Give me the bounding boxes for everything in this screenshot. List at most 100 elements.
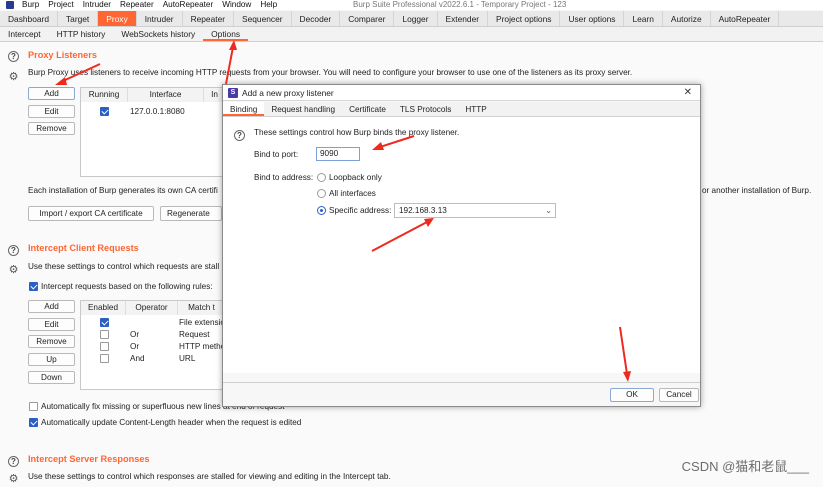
remove-rule-button[interactable]: Remove [28, 335, 75, 348]
edit-rule-button[interactable]: Edit [28, 318, 75, 331]
all-interfaces-radio[interactable] [317, 189, 326, 198]
rule-enabled-checkbox[interactable] [100, 330, 109, 339]
menu-intruder[interactable]: Intruder [83, 0, 111, 10]
menu-burp[interactable]: Burp [22, 0, 39, 10]
regenerate-ca-button[interactable]: Regenerate CA [160, 206, 222, 221]
menu-help[interactable]: Help [260, 0, 277, 10]
add-proxy-listener-dialog: S Add a new proxy listener ✕ Binding Req… [222, 84, 701, 407]
tab-logger[interactable]: Logger [394, 11, 438, 26]
tab-options[interactable]: Options [203, 27, 249, 41]
remove-listener-button[interactable]: Remove [28, 122, 75, 135]
menu-repeater[interactable]: Repeater [120, 0, 154, 10]
fix-newlines-checkbox[interactable] [29, 402, 38, 411]
cancel-button[interactable]: Cancel [659, 388, 699, 402]
ok-button[interactable]: OK [610, 388, 654, 402]
intercept-server-description: Use these settings to control which resp… [28, 472, 391, 481]
help-icon[interactable]: ? [8, 51, 19, 62]
binding-help-text: These settings control how Burp binds th… [254, 128, 460, 137]
bind-port-label: Bind to port: [254, 150, 299, 159]
tab-certificate[interactable]: Certificate [342, 102, 393, 116]
loopback-only-label: Loopback only [329, 173, 382, 182]
tab-intruder[interactable]: Intruder [137, 11, 183, 26]
specific-address-radio[interactable] [317, 206, 326, 215]
help-icon[interactable]: ? [8, 456, 19, 467]
specific-address-select[interactable]: 192.168.3.13 ⌄ [394, 203, 556, 218]
tab-comparer[interactable]: Comparer [340, 11, 395, 26]
help-icon[interactable]: ? [8, 245, 19, 256]
rule-enabled-checkbox[interactable] [100, 342, 109, 351]
gear-icon[interactable]: ⚙ [8, 265, 19, 276]
rule-match: File extensio [179, 318, 225, 327]
tab-decoder[interactable]: Decoder [292, 11, 341, 26]
tab-dashboard[interactable]: Dashboard [0, 11, 58, 26]
column-running[interactable]: Running [81, 88, 128, 102]
running-checkbox[interactable] [100, 107, 109, 116]
column-operator[interactable]: Operator [126, 301, 178, 315]
proxy-listeners-description: Burp Proxy uses listeners to receive inc… [28, 68, 633, 77]
bind-port-input[interactable]: 9090 [316, 147, 360, 161]
menu-window[interactable]: Window [222, 0, 251, 10]
tab-http[interactable]: HTTP [458, 102, 493, 116]
rule-operator: And [130, 354, 145, 363]
rule-enabled-checkbox[interactable] [100, 354, 109, 363]
intercept-client-description: Use these settings to control which requ… [28, 262, 220, 271]
ca-description-end: or another installation of Burp. [702, 186, 812, 195]
down-rule-button[interactable]: Down [28, 371, 75, 384]
tab-learn[interactable]: Learn [624, 11, 663, 26]
tab-target[interactable]: Target [58, 11, 99, 26]
chevron-down-icon: ⌄ [545, 206, 552, 215]
column-enabled[interactable]: Enabled [81, 301, 126, 315]
up-rule-button[interactable]: Up [28, 353, 75, 366]
burp-logo-icon [6, 1, 14, 9]
gear-icon[interactable]: ⚙ [8, 72, 19, 83]
listeners-table: Running Interface In 127.0.0.1:8080 [80, 87, 226, 177]
tab-sequencer[interactable]: Sequencer [234, 11, 292, 26]
import-export-ca-button[interactable]: Import / export CA certificate [28, 206, 154, 221]
tab-binding[interactable]: Binding [223, 102, 265, 116]
loopback-only-radio[interactable] [317, 173, 326, 182]
dialog-title-bar: S Add a new proxy listener ✕ [223, 85, 700, 101]
binding-panel: ? These settings control how Burp binds … [223, 117, 700, 373]
rule-enabled-checkbox[interactable] [100, 318, 109, 327]
rule-operator: Or [130, 330, 140, 339]
add-rule-button[interactable]: Add [28, 300, 75, 313]
dialog-tab-bar: Binding Request handling Certificate TLS… [223, 102, 700, 117]
intercept-requests-checkbox[interactable] [29, 282, 38, 291]
rule-operator: Or [130, 342, 140, 351]
update-length-checkbox[interactable] [29, 418, 38, 427]
menu-autorepeater[interactable]: AutoRepeater [163, 0, 214, 10]
column-match-type[interactable]: Match t [178, 301, 226, 315]
dialog-footer: OK Cancel [223, 382, 700, 406]
tab-intercept[interactable]: Intercept [0, 27, 49, 41]
tab-project-options[interactable]: Project options [488, 11, 561, 26]
proxy-sub-tab-bar: Intercept HTTP history WebSockets histor… [0, 27, 823, 42]
tab-request-handling[interactable]: Request handling [264, 102, 342, 116]
column-interface[interactable]: Interface [128, 88, 204, 102]
csdn-watermark: CSDN @猫和老鼠___ [681, 459, 809, 474]
tab-proxy[interactable]: Proxy [98, 11, 137, 26]
rule-match: URL [179, 354, 196, 363]
intercept-rules-table: Enabled Operator Match t File extensio O… [80, 300, 226, 390]
burp-dialog-icon: S [228, 88, 238, 98]
bind-address-label: Bind to address: [254, 173, 314, 182]
tab-autorize[interactable]: Autorize [663, 11, 711, 26]
tab-http-history[interactable]: HTTP history [49, 27, 114, 41]
tab-user-options[interactable]: User options [560, 11, 625, 26]
edit-listener-button[interactable]: Edit [28, 105, 75, 118]
listener-interface: 127.0.0.1:8080 [130, 107, 185, 116]
intercept-client-title: Intercept Client Requests [28, 243, 139, 253]
tab-extender[interactable]: Extender [438, 11, 489, 26]
specific-address-value: 192.168.3.13 [399, 206, 447, 215]
proxy-listeners-title: Proxy Listeners [28, 50, 97, 60]
help-icon[interactable]: ? [234, 130, 245, 141]
add-listener-button[interactable]: Add [28, 87, 75, 100]
close-icon[interactable]: ✕ [684, 85, 692, 101]
rule-match: Request [179, 330, 210, 339]
all-interfaces-label: All interfaces [329, 189, 376, 198]
tab-websockets-history[interactable]: WebSockets history [113, 27, 203, 41]
tab-tls-protocols[interactable]: TLS Protocols [393, 102, 458, 116]
tab-repeater[interactable]: Repeater [183, 11, 235, 26]
gear-icon[interactable]: ⚙ [8, 474, 19, 485]
tab-autorepeater[interactable]: AutoRepeater [711, 11, 780, 26]
menu-project[interactable]: Project [48, 0, 73, 10]
